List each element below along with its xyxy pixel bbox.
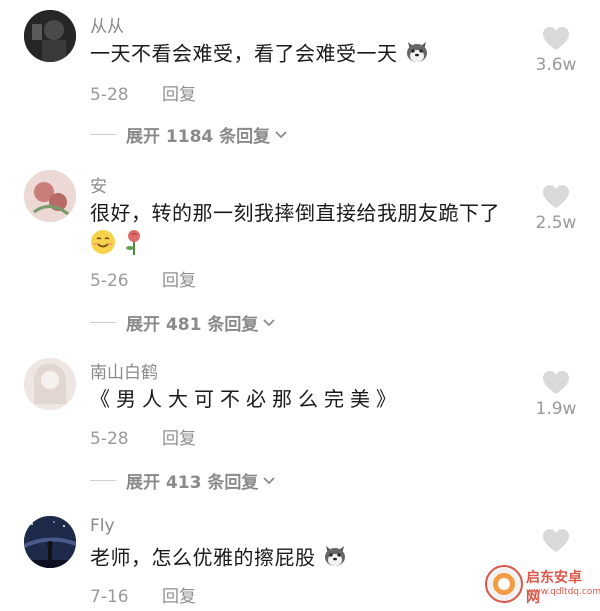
avatar[interactable]	[24, 170, 76, 222]
reply-button[interactable]: 回复	[162, 85, 196, 105]
comment-text-content: 很好，转的那一刻我摔倒直接给我朋友跪下了	[90, 201, 500, 225]
divider-line	[90, 134, 116, 135]
avatar[interactable]	[24, 10, 76, 62]
expand-replies-button[interactable]: 展开 481 条回复	[90, 310, 276, 335]
heart-icon	[543, 185, 569, 208]
avatar[interactable]	[24, 358, 76, 410]
expand-replies-label: 展开 481 条回复	[126, 315, 259, 335]
chevron-down-icon	[263, 476, 275, 484]
comment-date: 7-16	[90, 587, 129, 607]
like-button[interactable]: 3.6w	[526, 26, 586, 75]
comment-date: 5-28	[90, 429, 129, 449]
chevron-down-icon	[275, 130, 287, 138]
heart-icon	[543, 27, 569, 50]
comment-date: 5-26	[90, 271, 129, 291]
like-count: 2.5w	[535, 213, 577, 233]
husky-emoji-icon	[322, 542, 348, 576]
husky-emoji-icon	[404, 38, 430, 72]
reply-button[interactable]: 回复	[162, 429, 196, 449]
comment-text: 《男人大可不必那么完美》	[90, 387, 402, 411]
rose-emoji-icon	[123, 228, 145, 264]
comment-meta: 7-16 回复	[90, 582, 196, 607]
comment-text-content: 老师，怎么优雅的擦屁股	[90, 545, 316, 570]
comment-text: 老师，怎么优雅的擦屁股	[90, 542, 530, 576]
username[interactable]: Fly	[90, 516, 115, 536]
chevron-down-icon	[263, 318, 275, 326]
like-button[interactable]: 2.5w	[526, 184, 586, 233]
like-button[interactable]: 1.9w	[526, 370, 586, 419]
username[interactable]: 从从	[90, 12, 124, 37]
smile-emoji-icon	[90, 229, 116, 263]
avatar[interactable]	[24, 516, 76, 568]
expand-replies-button[interactable]: 展开 413 条回复	[90, 468, 276, 493]
heart-icon	[543, 371, 569, 394]
comment-text: 很好，转的那一刻我摔倒直接给我朋友跪下了	[90, 198, 530, 264]
watermark-url: www.qdltdq.com	[526, 587, 600, 597]
reply-button[interactable]: 回复	[162, 587, 196, 607]
like-button[interactable]	[526, 528, 586, 557]
like-count: 3.6w	[535, 55, 577, 75]
expand-replies-label: 展开 1184 条回复	[126, 127, 271, 147]
comment-meta: 5-28 回复	[90, 424, 196, 449]
comment-meta: 5-28 回复	[90, 80, 196, 105]
comment-date: 5-28	[90, 85, 129, 105]
site-watermark: 启东安卓网 www.qdltdq.com	[482, 561, 600, 607]
heart-icon	[543, 529, 569, 552]
comment-text-content: 一天不看会难受，看了会难受一天	[90, 41, 398, 66]
like-count: 1.9w	[535, 399, 577, 419]
divider-line	[90, 322, 116, 323]
expand-replies-button[interactable]: 展开 1184 条回复	[90, 122, 288, 147]
comment-text: 一天不看会难受，看了会难受一天	[90, 38, 530, 72]
username[interactable]: 南山白鹤	[90, 358, 158, 383]
divider-line	[90, 480, 116, 481]
comment-meta: 5-26 回复	[90, 266, 196, 291]
expand-replies-label: 展开 413 条回复	[126, 473, 259, 493]
username[interactable]: 安	[90, 172, 107, 197]
watermark-logo-icon	[485, 565, 523, 603]
reply-button[interactable]: 回复	[162, 271, 196, 291]
